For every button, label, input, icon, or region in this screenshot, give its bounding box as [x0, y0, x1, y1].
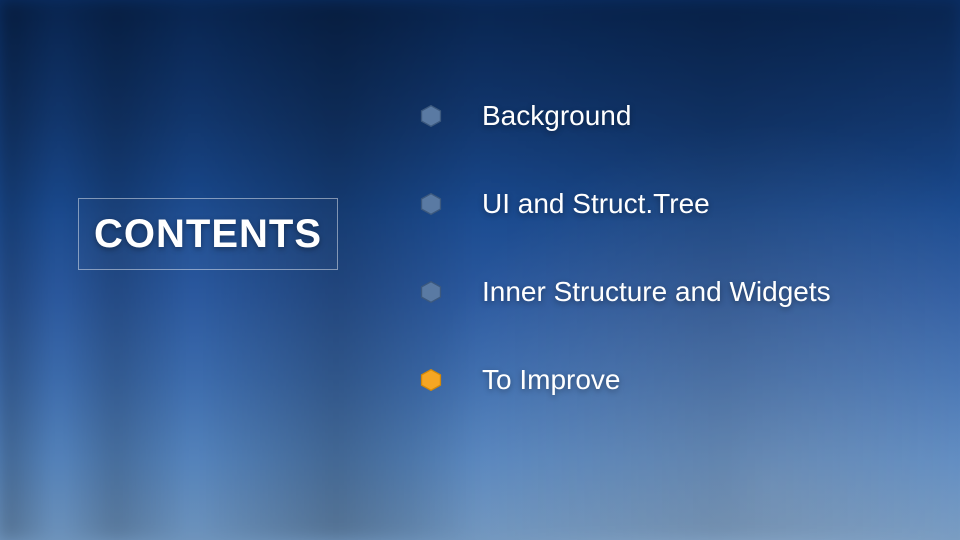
hexagon-icon — [420, 369, 442, 391]
contents-item-1: UI and Struct.Tree — [420, 188, 940, 220]
contents-item-0: Background — [420, 100, 940, 132]
heading: CONTENTS — [94, 212, 322, 257]
contents-item-label: Background — [482, 100, 631, 132]
hexagon-icon — [420, 193, 442, 215]
contents-item-label: UI and Struct.Tree — [482, 188, 710, 220]
heading-frame: CONTENTS — [78, 198, 338, 270]
hexagon-icon — [420, 105, 442, 127]
hexagon-icon — [420, 281, 442, 303]
contents-item-2: Inner Structure and Widgets — [420, 276, 940, 308]
contents-item-label: To Improve — [482, 364, 621, 396]
contents-slide: CONTENTS Background UI and Struct.Tree — [0, 0, 960, 540]
contents-item-label: Inner Structure and Widgets — [482, 276, 831, 308]
contents-list: Background UI and Struct.Tree Inner Stru… — [420, 100, 940, 396]
contents-item-3: To Improve — [420, 364, 940, 396]
